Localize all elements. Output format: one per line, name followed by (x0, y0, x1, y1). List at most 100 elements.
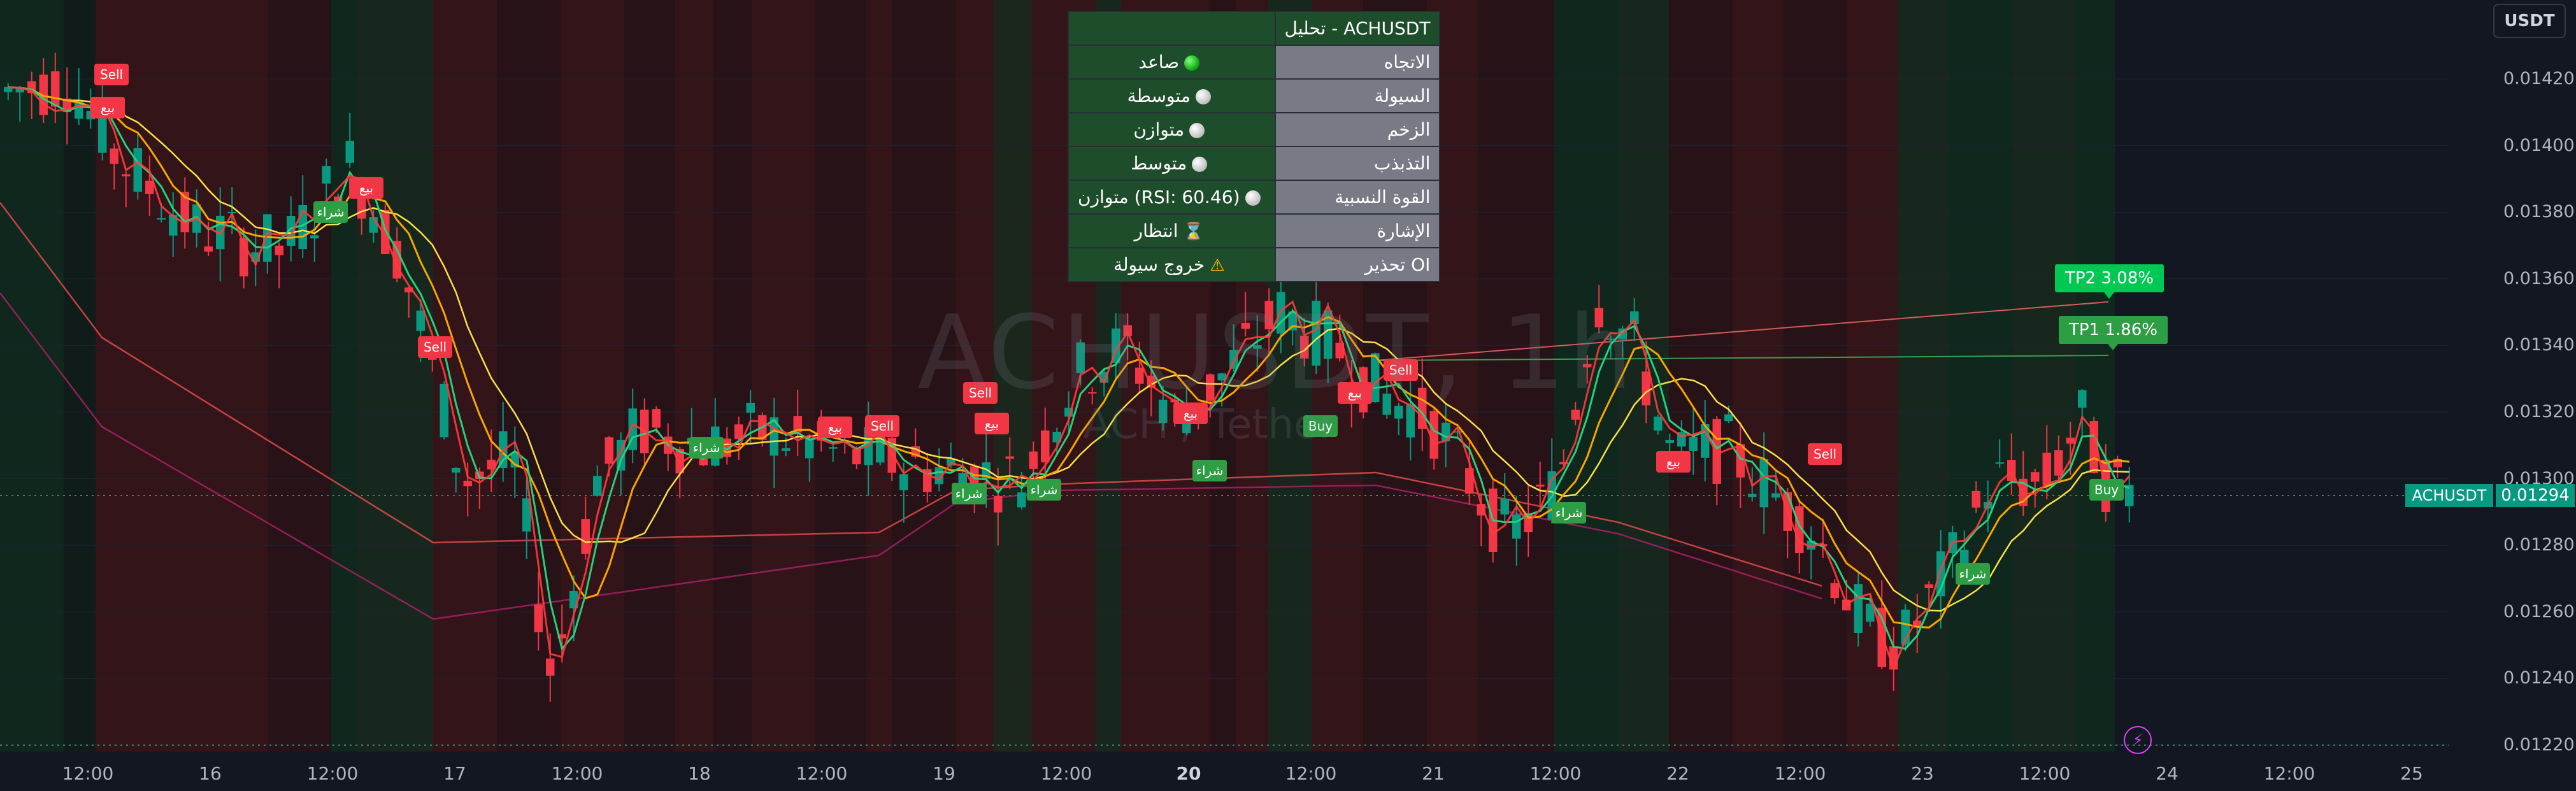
candle-body (416, 310, 425, 331)
candle-body (1971, 490, 1980, 508)
session-band (2115, 0, 2449, 752)
time-tick: 12:00 (1774, 763, 1826, 784)
chart-area[interactable]: Sell بيع بيع شراء Sell شراء بيع Sell Sell بيع شراء… (0, 0, 2576, 755)
time-axis[interactable]: 12:00 16 12:00 17 12:00 18 12:00 19 12:00 20 12:00… (0, 752, 2576, 791)
candle-body (1512, 514, 1521, 539)
candle-body (345, 141, 354, 163)
buy-signal-text: شراء (317, 204, 345, 220)
candle-body (1536, 484, 1545, 487)
analysis-title: تحليل - ACHUSDT (1274, 11, 1441, 46)
candle-body (1771, 493, 1780, 498)
candle-body (746, 403, 755, 413)
analysis-row-volatility: متوسط التذبذب (1068, 146, 1441, 181)
candle-body (204, 246, 213, 252)
time-tick: 21 (1422, 763, 1445, 784)
time-tick: 25 (2400, 763, 2423, 784)
time-tick: 12:00 (62, 763, 114, 784)
price-tick: 0.01280 (2503, 535, 2575, 555)
candle-body (1689, 437, 1698, 452)
liquidity-label: السيولة (1274, 78, 1441, 113)
candle-body (463, 480, 472, 487)
buy-signal-text: شراء (1959, 566, 1987, 581)
session-band (1949, 0, 2013, 752)
sell-signal-text: Sell (424, 339, 447, 355)
rsi-value: متوازن (RSI: 60.46) (1078, 187, 1240, 208)
tp2-label: TP2 3.08% (2055, 264, 2164, 299)
candle-body (734, 424, 743, 439)
analysis-table: تحليل - ACHUSDT صاعد الاتجاه متوسطة السي… (1068, 11, 1441, 282)
sell-signal-text: بيع (985, 416, 999, 431)
oi-label: تحذير OI (1274, 247, 1441, 282)
price-axis[interactable]: 0.01420 0.01400 0.01380 0.01360 0.01340 0.013… (2449, 0, 2576, 755)
session-band (866, 0, 892, 752)
candle-body (899, 474, 908, 490)
time-tick: 12:00 (2019, 763, 2071, 784)
candle-body (829, 447, 838, 449)
candle-body (1029, 451, 1038, 469)
last-price-label: 0.01294 (2496, 484, 2575, 507)
time-tick: 23 (1911, 763, 1934, 784)
liquidity-value: متوسطة (1127, 85, 1191, 106)
analysis-row-liquidity: متوسطة السيولة (1068, 78, 1441, 113)
sell-signal-text: Sell (871, 418, 894, 434)
time-tick: 12:00 (1040, 763, 1092, 784)
time-tick: 17 (443, 763, 466, 784)
sell-signal-text: بيع (359, 180, 373, 196)
symbol-watermark: ACHUSDT, 1h (917, 293, 1636, 412)
oi-value: خروج سيولة (1113, 254, 1205, 275)
session-band (1733, 0, 1784, 752)
price-tick: 0.01380 (2503, 202, 2575, 222)
volatility-value: متوسط (1131, 153, 1187, 174)
candle-body (1759, 459, 1768, 508)
candle-body (581, 519, 590, 554)
session-band (624, 0, 675, 752)
sell-signal-text: بيع (828, 420, 842, 435)
candle-body (322, 166, 331, 184)
time-tick: 16 (199, 763, 222, 784)
candle-body (1830, 583, 1839, 599)
candle-body (1712, 418, 1721, 484)
analysis-header-blank (1068, 11, 1276, 46)
candle-body (1854, 584, 1863, 633)
session-band (752, 0, 815, 752)
price-tick: 0.01340 (2503, 335, 2575, 355)
volatility-label: التذبذب (1274, 146, 1441, 181)
buy-signal-text: شراء (1556, 505, 1583, 520)
session-band (815, 0, 866, 752)
green-dot-icon (1184, 55, 1200, 71)
hourglass-icon: ⌛ (1183, 222, 1204, 241)
analysis-row-signal: انتظار ⌛ الإشارة (1068, 213, 1441, 248)
signal-value: انتظار (1134, 220, 1178, 241)
session-band (2077, 0, 2115, 752)
candle-body (2031, 472, 2040, 482)
session-band (497, 0, 561, 752)
white-dot-icon (1195, 89, 1211, 104)
candle-body (805, 438, 814, 459)
candle-body (1748, 494, 1757, 497)
price-tick: 0.01360 (2503, 268, 2575, 289)
buy-signal-text: شراء (693, 440, 720, 455)
time-tick: 12:00 (306, 763, 359, 784)
symbol-tag: ACHUSDT (2405, 484, 2493, 507)
rsi-label: القوة النسبية (1274, 180, 1441, 215)
analysis-row-rsi: متوازن (RSI: 60.46) القوة النسبية (1068, 180, 1441, 215)
candle-body (1041, 430, 1050, 462)
candle-body (852, 449, 861, 465)
time-tick: 12:00 (551, 763, 603, 784)
candle-body (157, 218, 166, 220)
candle-body (1736, 444, 1745, 478)
time-tick: 12:00 (2263, 763, 2315, 784)
sell-signal-text: Sell (100, 67, 123, 82)
session-band (713, 0, 752, 752)
candle-body (110, 148, 118, 164)
lightning-icon[interactable]: ⚡ (2124, 726, 2152, 754)
warning-icon: ⚠ (1210, 256, 1225, 275)
candle-body (1724, 414, 1733, 422)
candle-body (2042, 452, 2051, 485)
time-tick: 12:00 (1529, 763, 1582, 784)
session-band (268, 0, 331, 752)
price-tick: 0.01400 (2503, 135, 2575, 155)
session-band (1669, 0, 1733, 752)
currency-button[interactable]: USDT (2493, 4, 2566, 38)
price-tick: 0.01320 (2503, 402, 2575, 422)
